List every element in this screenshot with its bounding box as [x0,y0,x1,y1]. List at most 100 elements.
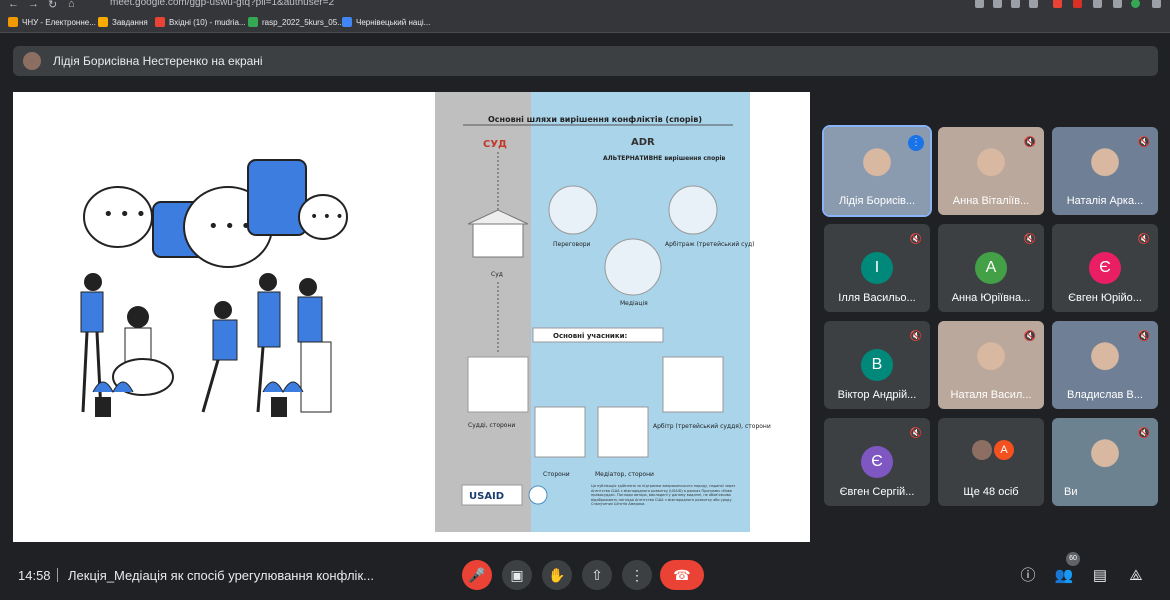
mic-off-button[interactable]: 🎤 [462,560,492,590]
people-button[interactable]: 👥 [1054,566,1074,586]
arbiter-label: Арбітр (третейський суддя), сторони [653,423,771,430]
participant-name: Ілля Васильо... [838,292,916,304]
present-button[interactable]: ⇧ [582,560,612,590]
zoom-icon[interactable] [993,0,1002,8]
participant-name: Наталя Васил... [950,389,1032,401]
bookmark[interactable]: rasp_2022_5kurs_05... [248,15,344,29]
svg-text:• • •: • • • [103,204,146,225]
slide-footnote: Ця публікація здійснена за підтримки аме… [591,484,736,506]
chat-button[interactable]: ▤ [1090,566,1110,586]
adr-sub: АЛЬТЕРНАТИВНЕ вирішення спорів [603,155,726,162]
participant-name: Євген Юрійо... [1068,292,1142,304]
participant-name: Анна Юріївна... [951,292,1031,304]
participant-tile[interactable]: Є 🔇 Євген Сергій... [824,418,930,506]
participant-tile[interactable]: ⋮ Лідія Борисів... [822,125,932,217]
parties-label: Сторони [543,471,570,478]
bookmark-icon [98,17,108,27]
meeting-info-button[interactable]: ⓘ [1018,566,1038,586]
participant-tile[interactable]: В 🔇 Віктор Андрій... [824,321,930,409]
mic-muted-icon: 🔇 [909,331,923,342]
court-label: СУД [483,139,507,150]
bookmark[interactable]: ЧНУ - Електронне... [8,15,96,29]
arbitration-icon [668,185,718,235]
court-building-icon [472,221,524,258]
present-icon: ⇧ [591,567,603,583]
mic-muted-icon: 🔇 [1023,137,1037,148]
raise-hand-button[interactable]: ✋ [542,560,572,590]
participant-tile[interactable]: 🔇 Владислав В... [1052,321,1158,409]
menu-icon[interactable] [1152,0,1161,8]
svg-text:• • •: • • • [208,216,251,237]
bookmark-icon [248,17,258,27]
home-icon[interactable]: ⌂ [68,0,75,10]
participant-avatar-photo [972,440,992,460]
install-icon[interactable] [975,0,984,8]
program-logo [528,485,548,505]
meeting-title: Лекція_Медіація як спосіб урегулювання к… [68,568,374,583]
sidepanel-icon[interactable] [1113,0,1122,8]
participant-avatar: А [975,252,1007,284]
chat-icon: ▤ [1092,567,1108,584]
participant-name: Владислав В... [1067,389,1143,401]
negotiations-icon [548,185,598,235]
people-icon: 👥 [1054,567,1074,584]
extension-red-icon[interactable] [1053,0,1062,8]
mic-muted-icon: 🔇 [1137,234,1151,245]
judges-icon [467,356,529,413]
speaking-indicator-icon: ⋮ [908,135,924,151]
presenter-avatar [23,52,41,70]
mediation-icon [604,238,662,296]
participants-label: Основні учасники: [553,332,627,340]
mic-muted-icon: 🔇 [909,234,923,245]
parties-icon [534,406,586,458]
usaid-logo: USAID [469,491,504,502]
camera-button[interactable]: ▣ [502,560,532,590]
back-icon[interactable]: ← [8,0,19,10]
clock: 14:58 [18,568,51,583]
bookmark-icon [342,17,352,27]
meeting-controls-bar: 14:58 Лекція_Медіація як спосіб урегулюв… [0,548,1170,600]
bookmark[interactable]: Завдання [98,15,148,29]
participant-avatar: В [861,349,893,381]
judges-label: Судді, сторони [468,422,515,429]
forward-icon[interactable]: → [28,0,39,10]
people-count-badge: 60 [1066,552,1080,566]
participant-tile[interactable]: А Ще 48 осіб [938,418,1044,506]
more-vert-icon: ⋮ [630,567,644,583]
address-bar[interactable]: meet.google.com/ggp-uswu-gtq?pli=1&authu… [110,0,334,8]
bookmark[interactable]: Чернівецький наці... [342,15,430,29]
mic-off-icon: 🎤 [468,567,486,583]
participant-tile[interactable]: 🔇 Наталія Арка... [1052,127,1158,215]
bookmark[interactable]: Вхідні (10) - mudria... [155,15,246,29]
browser-toolbar: ← → ↻ ⌂ meet.google.com/ggp-uswu-gtq?pli… [0,0,1170,11]
negotiations-label: Переговори [553,241,591,248]
presenting-text: Лідія Борисівна Нестеренко на екрані [53,54,263,68]
extension-abp-icon[interactable] [1073,0,1082,8]
people-illustration: • • • • • • • • • [80,159,348,417]
activities-button[interactable]: ⟁ [1126,566,1146,586]
participant-name: Лідія Борисів... [838,195,916,207]
bookmark-icon [8,17,18,27]
share-icon[interactable] [1011,0,1020,8]
star-icon[interactable] [1029,0,1038,8]
participant-name: Євген Сергій... [839,486,915,498]
profile-avatar[interactable] [1131,0,1140,8]
participant-tile[interactable]: Є 🔇 Євген Юрійо... [1052,224,1158,312]
participant-name: Анна Віталіїв... [952,195,1030,207]
participant-tile[interactable]: 🔇 Ви [1052,418,1158,506]
extensions-icon[interactable] [1093,0,1102,8]
leave-call-button[interactable]: ☎ [660,560,704,590]
arbitration-label: Арбітраж (третейський суд) [665,241,755,248]
participant-tile[interactable]: А 🔇 Анна Юріївна... [938,224,1044,312]
more-options-button[interactable]: ⋮ [622,560,652,590]
participant-tile[interactable]: 🔇 Анна Віталіїв... [938,127,1044,215]
participant-name: Наталія Арка... [1066,195,1144,207]
hand-icon: ✋ [548,567,566,583]
participant-avatar: Є [861,446,893,478]
participant-tile[interactable]: І 🔇 Ілля Васильо... [824,224,930,312]
participant-tile[interactable]: 🔇 Наталя Васил... [938,321,1044,409]
shared-screen: • • • • • • • • • Основні шляхи вирішенн… [13,92,810,542]
slide-canvas: • • • • • • • • • Основні шляхи вирішенн… [80,92,771,532]
participant-name: Віктор Андрій... [837,389,917,401]
mediation-label: Медіація [620,300,648,307]
